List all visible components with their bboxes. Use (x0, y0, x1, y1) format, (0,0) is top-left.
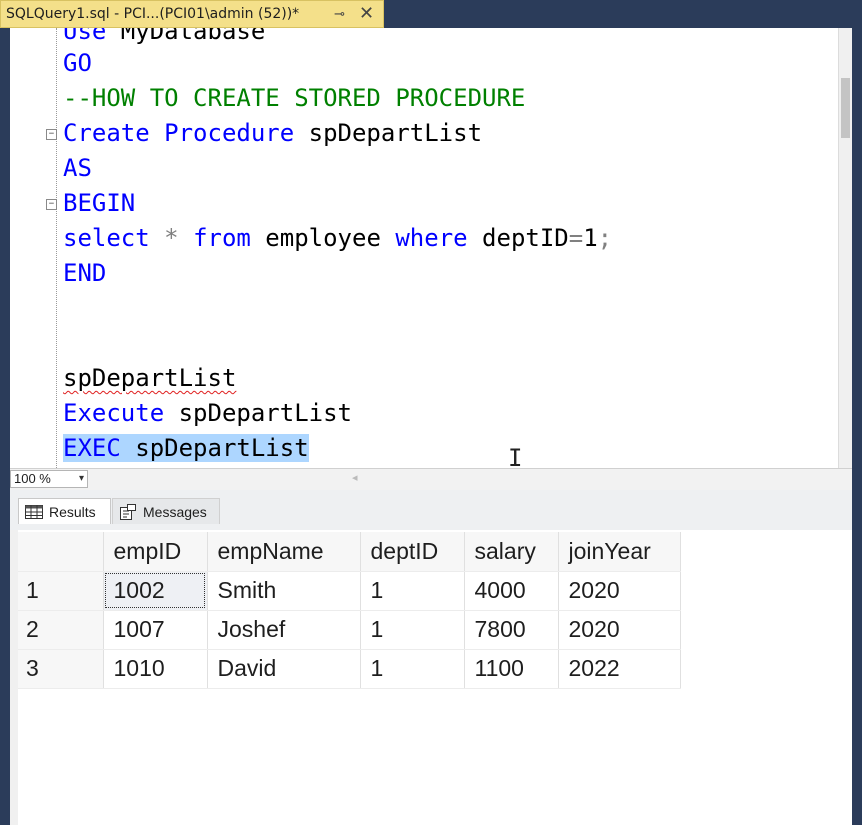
column-header[interactable]: empID (103, 532, 208, 572)
grid-cell[interactable]: 1 (360, 571, 465, 611)
grid-cell[interactable]: 1100 (464, 649, 559, 689)
grid-header-row: empID empName deptID salary joinYear (18, 532, 681, 572)
code-line-execute[interactable]: Execute spDepartList (63, 396, 352, 431)
code-line-begin[interactable]: BEGIN (63, 186, 135, 221)
right-window-frame (852, 28, 862, 825)
grid-cell[interactable]: 1 (360, 649, 465, 689)
operator: * (149, 224, 194, 252)
text-cursor-icon: I (508, 444, 523, 468)
query-tab[interactable]: SQLQuery1.sql - PCI...(PCI01\admin (52))… (0, 0, 384, 28)
chevron-down-icon: ▾ (78, 473, 84, 484)
column-header[interactable]: deptID (360, 532, 465, 572)
tab-messages-label: Messages (143, 503, 207, 520)
identifier-with-error: spDepartList (63, 364, 237, 392)
grid-cell[interactable]: 2020 (558, 610, 681, 650)
grid-cell[interactable]: 7800 (464, 610, 559, 650)
identifier: deptID (467, 224, 569, 252)
grid-cell[interactable]: Smith (207, 571, 361, 611)
query-editor[interactable]: Use MyDatabase GO --HOW TO CREATE STORED… (10, 28, 852, 468)
code-line-create-procedure[interactable]: Create Procedure spDepartList (63, 116, 482, 151)
close-icon[interactable]: ✕ (359, 3, 374, 24)
tab-results-label: Results (49, 503, 96, 520)
results-tab-strip: Results Messages (10, 490, 852, 530)
grid-cell-selected[interactable]: 1002 (103, 571, 208, 611)
code-line-exec-selected[interactable]: EXEC spDepartList (63, 431, 309, 466)
row-number-header[interactable] (18, 532, 104, 572)
keyword: from (193, 224, 251, 252)
messages-icon (120, 503, 136, 520)
code-line-end[interactable]: END (63, 256, 106, 291)
identifier: spDepartList (164, 399, 352, 427)
table-row[interactable]: 1 1002 Smith 1 4000 2020 (18, 571, 681, 611)
zoom-dropdown[interactable]: 100 % ▾ (10, 470, 88, 488)
keyword: Create Procedure (63, 119, 295, 147)
keyword: BEGIN (63, 189, 136, 217)
grid-cell[interactable]: 1 (360, 610, 465, 650)
grid-cell[interactable]: Joshef (207, 610, 361, 650)
keyword: Use (63, 28, 107, 45)
pin-icon[interactable]: ⊸ (334, 6, 345, 22)
query-tab-title: SQLQuery1.sql - PCI...(PCI01\admin (52))… (6, 6, 300, 22)
collapse-icon[interactable]: − (46, 129, 57, 140)
tab-results[interactable]: Results (18, 498, 111, 524)
tab-messages[interactable]: Messages (112, 498, 220, 524)
keyword: Execute (63, 399, 165, 427)
zoom-value: 100 % (14, 471, 51, 486)
number-literal: 1 (583, 224, 598, 252)
grid-icon (25, 504, 43, 519)
comment: --HOW TO CREATE STORED PROCEDURE (63, 84, 526, 112)
left-window-frame (0, 28, 10, 825)
outline-guide-line (56, 28, 58, 468)
results-grid[interactable]: empID empName deptID salary joinYear 1 1… (18, 532, 681, 689)
identifier: MyDatabase (106, 28, 266, 45)
code-line-procedure-call[interactable]: spDepartList (63, 361, 236, 396)
table-row[interactable]: 2 1007 Joshef 1 7800 2020 (18, 610, 681, 650)
grid-cell[interactable]: 2020 (558, 571, 681, 611)
keyword: AS (63, 154, 92, 182)
keyword: GO (63, 49, 92, 77)
grid-cell[interactable]: 2022 (558, 649, 681, 689)
row-number[interactable]: 2 (18, 610, 104, 650)
row-number[interactable]: 1 (18, 571, 104, 611)
code-line-as[interactable]: AS (63, 151, 92, 186)
code-line-use[interactable]: Use MyDatabase (63, 28, 265, 49)
operator: ; (597, 224, 613, 252)
editor-gutter (10, 28, 38, 468)
grid-cell[interactable]: 4000 (464, 571, 559, 611)
code-line-select[interactable]: select * from employee where deptID=1; (63, 221, 612, 256)
identifier: spDepartList (120, 434, 309, 462)
keyword: select (63, 224, 150, 252)
identifier: employee (250, 224, 396, 252)
grid-cell[interactable]: David (207, 649, 361, 689)
column-header[interactable]: joinYear (558, 532, 681, 572)
results-pane: empID empName deptID salary joinYear 1 1… (10, 530, 852, 825)
keyword: EXEC (63, 434, 121, 462)
row-number[interactable]: 3 (18, 649, 104, 689)
identifier: spDepartList (294, 119, 483, 147)
column-header[interactable]: empName (207, 532, 361, 572)
keyword: END (63, 259, 107, 287)
scrollbar-thumb[interactable] (841, 78, 850, 138)
grid-cell[interactable]: 1007 (103, 610, 208, 650)
selected-text: EXEC spDepartList (63, 434, 309, 462)
table-row[interactable]: 3 1010 David 1 1100 2022 (18, 649, 681, 689)
keyword: where (395, 224, 468, 252)
document-tab-strip: SQLQuery1.sql - PCI...(PCI01\admin (52))… (0, 0, 862, 30)
code-line-go[interactable]: GO (63, 46, 92, 81)
collapse-icon[interactable]: − (46, 199, 57, 210)
editor-status-bar: 100 % ▾ ◂ (10, 468, 852, 490)
grid-cell[interactable]: 1010 (103, 649, 208, 689)
scroll-left-icon[interactable]: ◂ (352, 471, 358, 484)
editor-vertical-scrollbar[interactable] (838, 28, 852, 468)
code-line-comment[interactable]: --HOW TO CREATE STORED PROCEDURE (63, 81, 525, 116)
operator: = (568, 224, 584, 252)
column-header[interactable]: salary (464, 532, 559, 572)
